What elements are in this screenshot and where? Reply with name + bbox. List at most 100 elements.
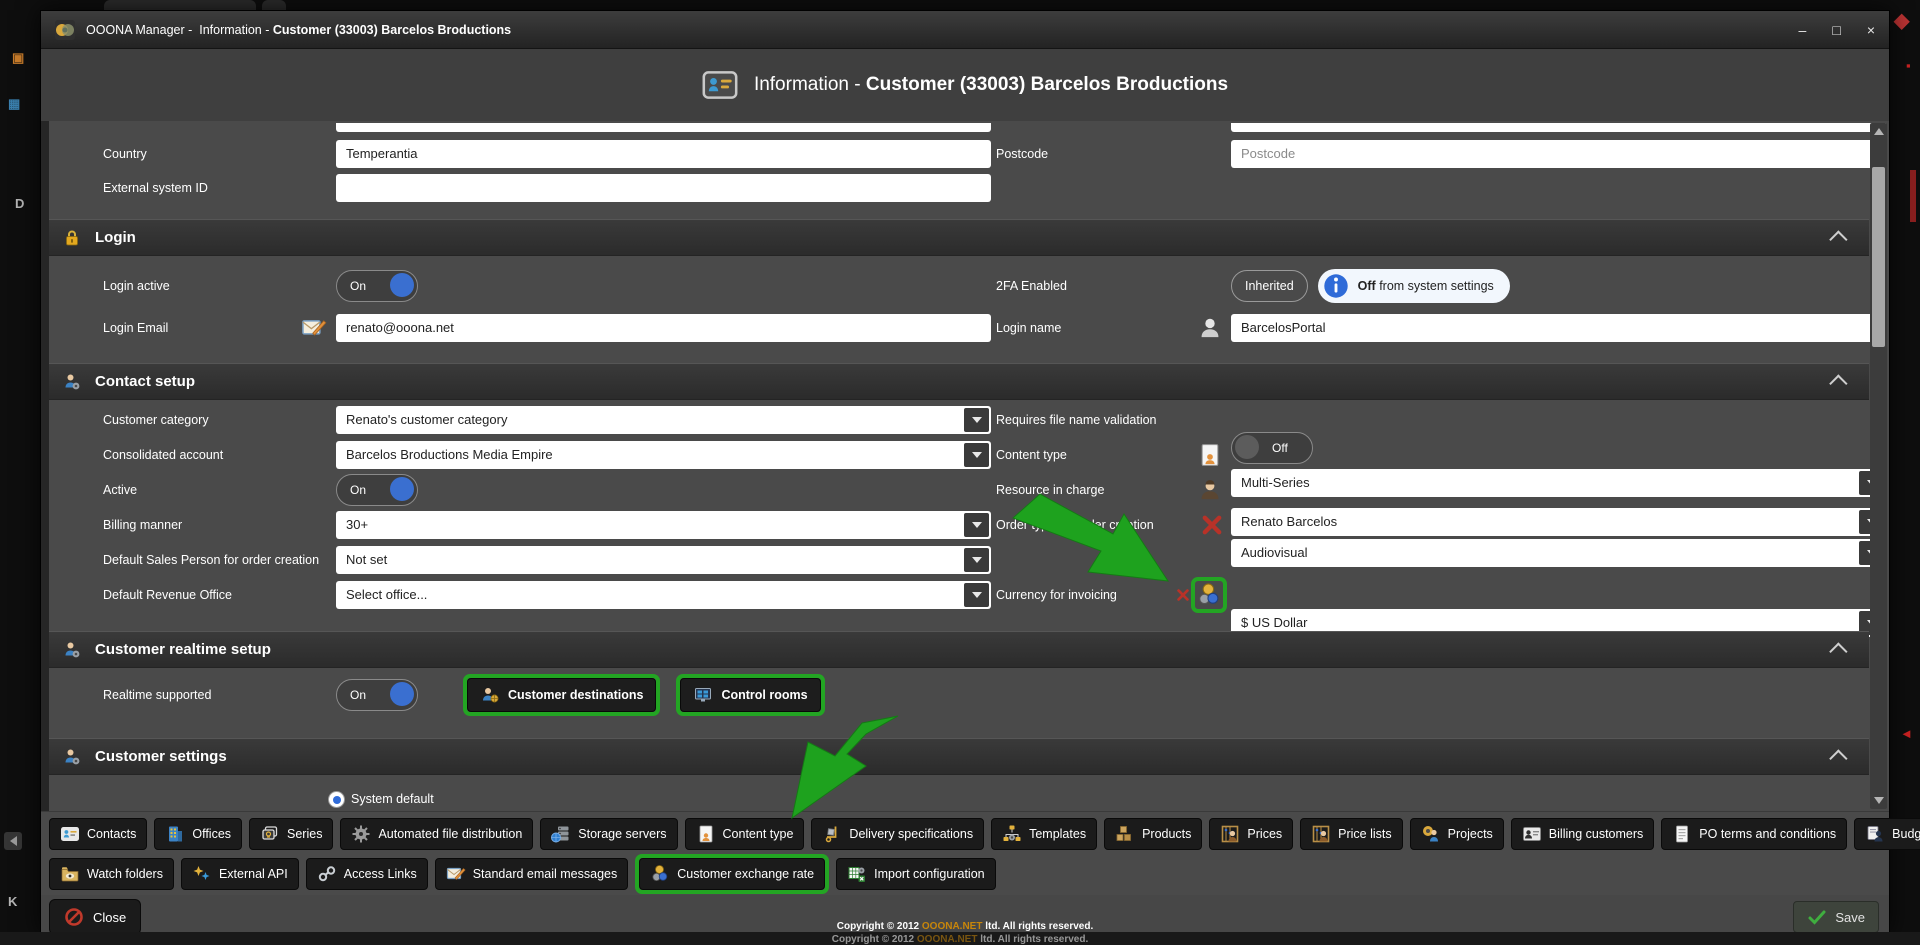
twofa-controls: Inherited Off from system settings	[1231, 269, 1510, 303]
coins-icon	[1196, 582, 1222, 608]
maximize-button[interactable]: □	[1832, 23, 1840, 37]
dropdown-arrow-icon[interactable]	[964, 583, 989, 607]
dropdown-arrow-icon[interactable]	[964, 408, 989, 432]
tbtn-delivery-specifications[interactable]: Delivery specifications	[811, 818, 984, 850]
billing-manner-select[interactable]: 30+	[336, 511, 991, 539]
customer-destinations-icon	[480, 685, 500, 705]
tbtn-series[interactable]: Series	[249, 818, 333, 850]
clipped-input[interactable]	[336, 123, 991, 132]
country-input[interactable]	[336, 140, 991, 168]
app-logo-icon	[55, 20, 75, 40]
tbtn-import-configuration[interactable]: Import configuration	[836, 858, 995, 890]
inherited-pill[interactable]: Inherited	[1231, 270, 1308, 302]
background-copyright-line: Copyright © 2012 OOONA.NET ltd. All righ…	[0, 934, 1920, 945]
chain-link-icon	[317, 864, 337, 884]
close-window-button[interactable]: ×	[1867, 23, 1875, 37]
twofa-status-badge: Off from system settings	[1318, 269, 1510, 303]
page-header: Information - Customer (33003) Barcelos …	[41, 49, 1889, 121]
clipped-input[interactable]	[1231, 123, 1886, 132]
user-icon	[1197, 315, 1223, 341]
button-label: Import configuration	[874, 867, 984, 881]
rtbtn-customer-destinations[interactable]: Customer destinations	[467, 678, 656, 712]
tbtn-standard-email-messages[interactable]: Standard email messages	[435, 858, 629, 890]
section-header-customer-settings[interactable]: Customer settings	[49, 738, 1869, 775]
login-active-toggle[interactable]: On	[336, 270, 418, 302]
minimize-button[interactable]: –	[1799, 23, 1807, 37]
collapse-chevron-icon[interactable]	[1829, 642, 1847, 660]
tbtn-projects[interactable]: Projects	[1410, 818, 1504, 850]
select-value: Not set	[346, 552, 387, 567]
system-default-radio[interactable]	[328, 791, 345, 808]
default-revenue-office-select[interactable]: Select office...	[336, 581, 991, 609]
tbtn-price-lists[interactable]: Price lists	[1300, 818, 1402, 850]
dropdown-arrow-icon[interactable]	[964, 548, 989, 572]
form-row-consolidated-account: Consolidated account Barcelos Broduction…	[49, 437, 1869, 472]
tbtn-content-type[interactable]: Content type	[685, 818, 805, 850]
consolidated-account-label: Consolidated account	[103, 448, 223, 462]
tbtn-prices[interactable]: Prices	[1209, 818, 1293, 850]
button-label: Storage servers	[578, 827, 666, 841]
scroll-down-arrow-icon[interactable]	[1874, 797, 1884, 804]
vertical-scrollbar[interactable]	[1870, 123, 1887, 809]
default-sales-person-select[interactable]: Not set	[336, 546, 991, 574]
form-row-system-default: System default	[49, 781, 1869, 811]
select-value: $ US Dollar	[1241, 615, 1307, 630]
tbtn-access-links[interactable]: Access Links	[306, 858, 428, 890]
api-stars-icon	[192, 864, 212, 884]
realtime-supported-toggle[interactable]: On	[336, 679, 418, 711]
background-icon	[1910, 170, 1916, 222]
section-header-realtime[interactable]: Customer realtime setup	[49, 631, 1869, 668]
tbtn-templates[interactable]: Templates	[991, 818, 1097, 850]
boxes-icon	[1115, 824, 1135, 844]
section-title: Login	[95, 229, 136, 246]
twofa-status-text: Off from system settings	[1358, 279, 1494, 293]
tbtn-storage-servers[interactable]: Storage servers	[540, 818, 677, 850]
toggle-knob	[390, 682, 414, 706]
login-email-label: Login Email	[103, 321, 168, 335]
series-icon	[260, 824, 280, 844]
collapse-chevron-icon[interactable]	[1829, 749, 1847, 767]
default-sales-person-label: Default Sales Person for order creation	[103, 553, 319, 567]
postcode-input[interactable]	[1231, 140, 1886, 168]
button-label: Prices	[1247, 827, 1282, 841]
tbtn-billing-customers[interactable]: Billing customers	[1511, 818, 1654, 850]
login-email-input[interactable]	[336, 314, 991, 342]
window-footer: Close Save Copyright © 2012 OOONA.NET lt…	[41, 895, 1889, 933]
toggle-state-label: On	[350, 483, 366, 497]
login-active-label: Login active	[103, 279, 170, 293]
external-system-id-label: External system ID	[103, 181, 208, 195]
person-gear-icon	[62, 372, 82, 392]
dropdown-arrow-icon[interactable]	[964, 443, 989, 467]
login-name-input[interactable]	[1231, 314, 1886, 342]
realtime-buttons: Customer destinations Control rooms	[463, 674, 825, 716]
tbtn-po-terms-and-conditions[interactable]: PO terms and conditions	[1661, 818, 1847, 850]
tbtn-offices[interactable]: Offices	[154, 818, 242, 850]
section-header-login[interactable]: Login	[49, 219, 1869, 256]
required-marker-icon	[1175, 587, 1191, 603]
tbtn-customer-exchange-rate[interactable]: Customer exchange rate	[639, 858, 825, 890]
tbtn-automated-file-distribution[interactable]: Automated file distribution	[340, 818, 533, 850]
collapse-chevron-icon[interactable]	[1829, 374, 1847, 392]
tbtn-products[interactable]: Products	[1104, 818, 1202, 850]
customer-category-select[interactable]: Renato's customer category	[336, 406, 991, 434]
active-label: Active	[103, 483, 137, 497]
scrollbar-thumb[interactable]	[1872, 167, 1885, 347]
section-title: Customer realtime setup	[95, 641, 271, 658]
active-toggle[interactable]: On	[336, 474, 418, 506]
scroll-up-arrow-icon[interactable]	[1874, 128, 1884, 135]
collapse-chevron-icon[interactable]	[1829, 230, 1847, 248]
rtbtn-control-rooms[interactable]: Control rooms	[680, 678, 820, 712]
background-icon: ▦	[8, 96, 20, 112]
dropdown-arrow-icon[interactable]	[964, 513, 989, 537]
button-label: Customer exchange rate	[677, 867, 814, 881]
external-system-id-input[interactable]	[336, 174, 991, 202]
consolidated-account-select[interactable]: Barcelos Broductions Media Empire	[336, 441, 991, 469]
section-header-contact-setup[interactable]: Contact setup	[49, 363, 1869, 400]
toolbar-row-2: Watch foldersExternal APIAccess LinksSta…	[49, 854, 996, 894]
tbtn-contacts[interactable]: Contacts	[49, 818, 147, 850]
background-back-arrow-icon	[4, 832, 22, 850]
tbtn-budget[interactable]: Budget	[1854, 818, 1920, 850]
tbtn-external-api[interactable]: External API	[181, 858, 299, 890]
page-person-icon	[696, 824, 716, 844]
tbtn-watch-folders[interactable]: Watch folders	[49, 858, 174, 890]
